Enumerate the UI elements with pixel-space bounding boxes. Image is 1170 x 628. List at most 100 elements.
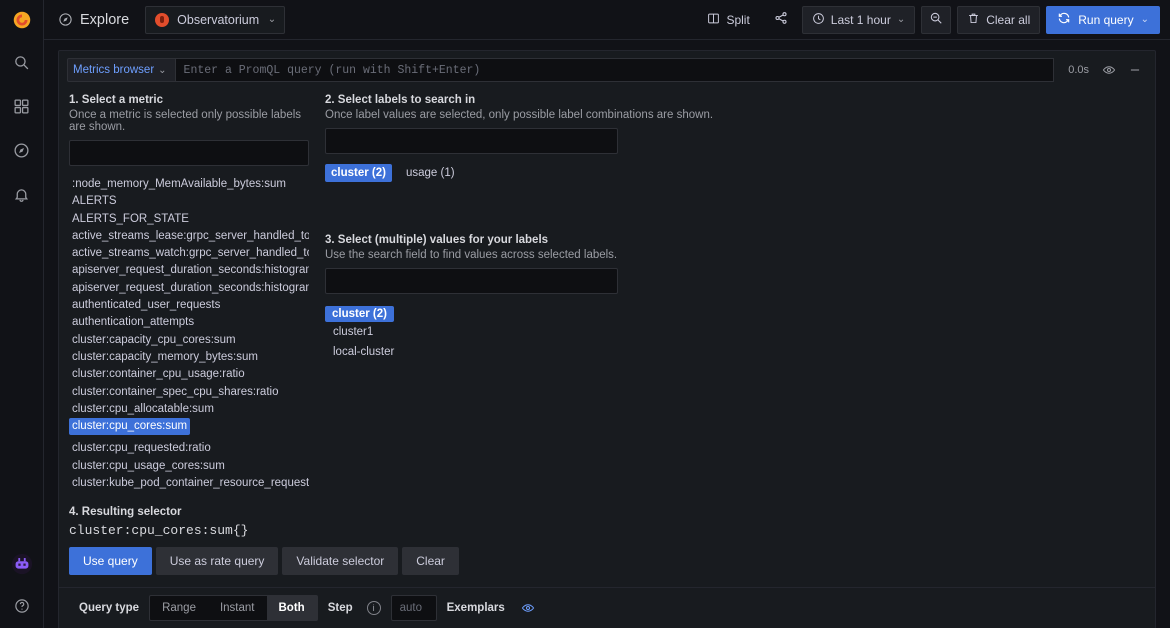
value-group-cluster: cluster (2) cluster1 local-cluster — [325, 304, 1145, 362]
metric-item[interactable]: cluster:cpu_usage_cores:sum — [69, 458, 309, 475]
sidebar-item-alerting[interactable] — [0, 172, 44, 216]
search-icon[interactable] — [0, 40, 44, 84]
value-item[interactable]: local-cluster — [325, 342, 1145, 362]
query-meta: 0.0s — [1062, 58, 1147, 82]
query-options-row: Query type Range Instant Both Step i aut… — [59, 587, 1155, 628]
run-query-label: Run query — [1078, 12, 1134, 27]
chevron-down-icon: ⌄ — [267, 14, 277, 25]
datasource-picker[interactable]: Observatorium ⌄ — [145, 5, 286, 34]
metric-search-input[interactable] — [69, 140, 309, 166]
step-2-subtitle: Once label values are selected, only pos… — [325, 109, 714, 121]
app-root: Explore Observatorium ⌄ Split Last 1 hou… — [0, 0, 1170, 628]
metric-item[interactable]: cluster:container_cpu_usage:ratio — [69, 366, 309, 383]
clock-icon — [812, 12, 825, 28]
split-panes-icon — [707, 12, 720, 28]
step-2-title: 2. Select labels to search in — [325, 94, 476, 106]
sidebar-item-explore[interactable] — [0, 128, 44, 172]
metric-item[interactable]: ALERTS_FOR_STATE — [69, 211, 309, 228]
metric-item[interactable]: apiserver_request_duration_seconds:histo… — [69, 280, 309, 297]
chevron-down-icon: ⌄ — [1140, 14, 1149, 25]
resulting-selector-value: cluster:cpu_cores:sum{} — [69, 523, 249, 539]
compass-explore-icon — [13, 142, 30, 159]
metric-item[interactable]: authentication_attempts — [69, 314, 309, 331]
step-2-select-labels: 2. Select labels to search in Once label… — [325, 94, 1145, 182]
explore-content: Metrics browser ⌄ Enter a PromQL query (… — [44, 40, 1170, 628]
toolbar-actions: Split Last 1 hour ⌄ Clear all Run query … — [697, 5, 1160, 34]
step-label: Step — [327, 602, 353, 615]
datasource-name: Observatorium — [177, 12, 260, 27]
info-circle-icon[interactable]: i — [366, 601, 381, 616]
share-button[interactable] — [766, 6, 796, 34]
help-question-icon[interactable] — [0, 584, 44, 628]
step-input[interactable]: auto — [390, 595, 437, 622]
grafana-logo-icon[interactable] — [0, 0, 44, 40]
step-3-title: 3. Select (multiple) values for your lab… — [325, 234, 549, 246]
metric-item[interactable]: cluster:container_spec_cpu_shares:ratio — [69, 384, 309, 401]
zoom-out-icon — [929, 11, 943, 28]
validate-selector-button[interactable]: Validate selector — [282, 547, 399, 576]
metric-item[interactable]: cluster:kube_pod_container_resource_requ… — [69, 475, 309, 492]
label-search-input[interactable] — [325, 128, 618, 154]
time-range-picker[interactable]: Last 1 hour ⌄ — [801, 5, 916, 34]
page-title: Explore — [58, 12, 129, 28]
main-area: Explore Observatorium ⌄ Split Last 1 hou… — [44, 0, 1170, 628]
metric-item[interactable]: active_streams_watch:grpc_server_handled… — [69, 245, 309, 262]
clear-all-button[interactable]: Clear all — [957, 5, 1041, 34]
query-type-range[interactable]: Range — [150, 596, 208, 620]
exemplars-label: Exemplars — [446, 602, 505, 615]
user-avatar-icon[interactable] — [0, 544, 44, 584]
metric-item[interactable]: active_streams_lease:grpc_server_handled… — [69, 228, 309, 245]
step-1-subtitle: Once a metric is selected only possible … — [69, 109, 302, 133]
step-4-resulting-selector: 4. Resulting selector cluster:cpu_cores:… — [59, 500, 1155, 587]
step-3-subtitle: Use the search field to find values acro… — [325, 249, 618, 261]
compass-icon — [58, 12, 73, 27]
chevron-down-icon: ⌄ — [896, 14, 906, 25]
metric-item[interactable]: cluster:cpu_allocatable:sum — [69, 401, 309, 418]
query-type-radio-group[interactable]: Range Instant Both — [149, 595, 318, 622]
clear-all-label: Clear all — [986, 12, 1031, 27]
metric-item-selected[interactable]: cluster:cpu_cores:sum — [69, 418, 191, 436]
metrics-browser-label: Metrics browser — [73, 64, 155, 76]
minus-icon[interactable] — [1123, 58, 1147, 82]
value-item[interactable]: cluster1 — [325, 322, 1145, 342]
eye-icon[interactable] — [1097, 58, 1121, 82]
metric-item[interactable]: cluster:capacity_cpu_cores:sum — [69, 332, 309, 349]
selector-action-buttons: Use query Use as rate query Validate sel… — [69, 547, 1145, 576]
promql-query-input[interactable]: Enter a PromQL query (run with Shift+Ent… — [174, 58, 1055, 82]
metric-item[interactable]: apiserver_request_duration_seconds:histo… — [69, 262, 309, 279]
metric-item[interactable]: ALERTS — [69, 193, 309, 210]
use-as-rate-query-button[interactable]: Use as rate query — [155, 547, 279, 576]
share-nodes-icon — [774, 11, 788, 28]
label-chip-usage[interactable]: usage (1) — [400, 164, 461, 182]
promql-placeholder: Enter a PromQL query (run with Shift+Ent… — [183, 63, 481, 77]
metric-list[interactable]: :node_memory_MemAvailable_bytes:sum ALER… — [69, 176, 309, 492]
label-chip-list: cluster (2) usage (1) — [325, 164, 1145, 182]
sidebar-item-dashboards[interactable] — [0, 84, 44, 128]
zoom-out-button[interactable] — [921, 5, 952, 34]
sidebar — [0, 0, 44, 628]
value-group-header: cluster (2) — [325, 306, 394, 322]
split-button[interactable]: Split — [697, 6, 759, 34]
value-search-input[interactable] — [325, 268, 618, 294]
step-1-select-metric: 1. Select a metric Once a metric is sele… — [69, 94, 309, 492]
metrics-browser-button[interactable]: Metrics browser ⌄ — [67, 58, 175, 82]
label-chip-cluster[interactable]: cluster (2) — [325, 164, 392, 182]
top-toolbar: Explore Observatorium ⌄ Split Last 1 hou… — [44, 0, 1170, 40]
query-type-both[interactable]: Both — [266, 596, 317, 621]
metric-item[interactable]: authenticated_user_requests — [69, 297, 309, 314]
clear-button[interactable]: Clear — [402, 547, 459, 576]
use-query-button[interactable]: Use query — [69, 547, 152, 576]
query-row: Metrics browser ⌄ Enter a PromQL query (… — [67, 58, 1147, 82]
metric-item[interactable]: cluster:cpu_requested:ratio — [69, 440, 309, 457]
eye-icon[interactable] — [521, 601, 535, 615]
step-placeholder: auto — [399, 602, 422, 615]
step-1-title: 1. Select a metric — [69, 94, 163, 106]
query-type-instant[interactable]: Instant — [208, 596, 267, 620]
run-query-button[interactable]: Run query ⌄ — [1046, 5, 1160, 34]
trash-icon — [967, 12, 980, 28]
step-2-and-3: 2. Select labels to search in Once label… — [309, 94, 1145, 492]
split-button-label: Split — [726, 12, 750, 27]
metric-item[interactable]: :node_memory_MemAvailable_bytes:sum — [69, 176, 309, 193]
query-editor-panel: Metrics browser ⌄ Enter a PromQL query (… — [58, 50, 1156, 628]
metric-item[interactable]: cluster:capacity_memory_bytes:sum — [69, 349, 309, 366]
